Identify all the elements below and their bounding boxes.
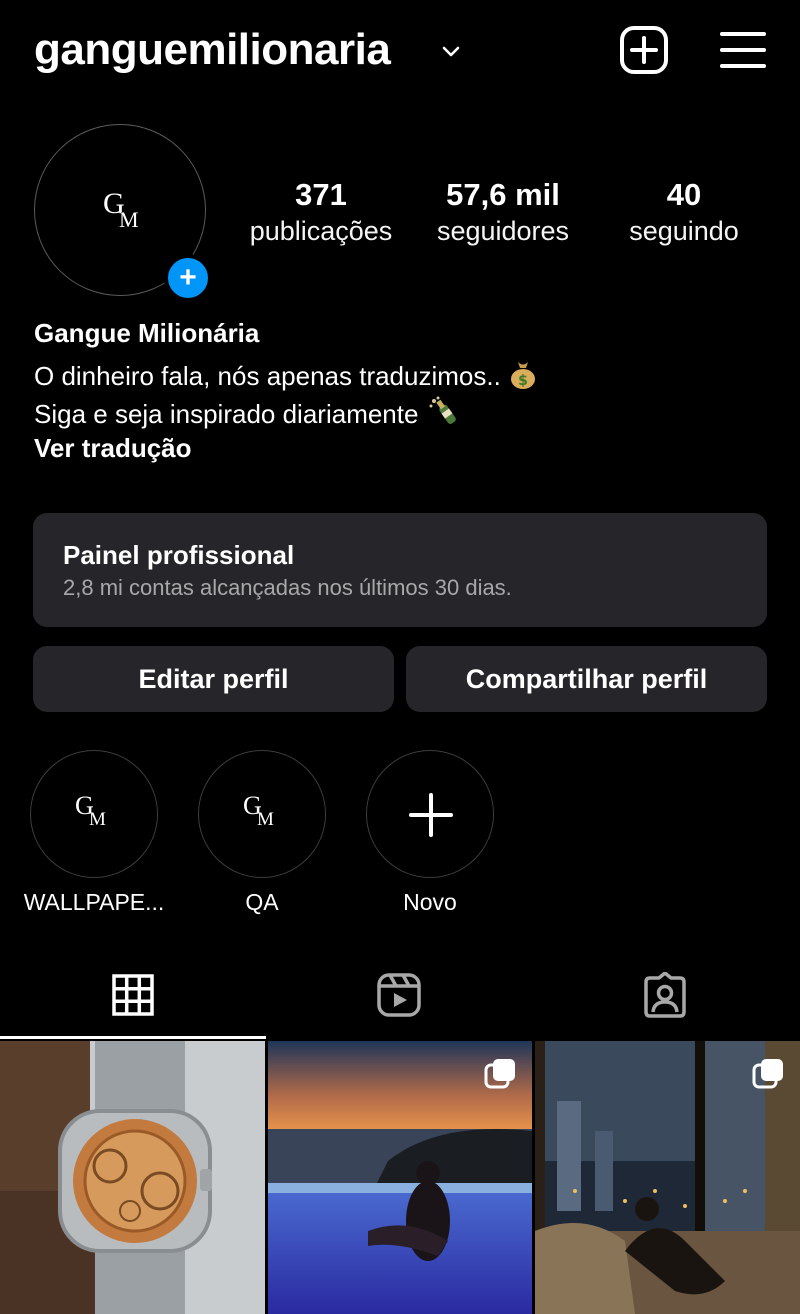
- post-thumbnail-watch[interactable]: [0, 1041, 265, 1314]
- grid-icon[interactable]: [110, 972, 156, 1018]
- monogram-m: M: [89, 809, 106, 830]
- see-translation-link[interactable]: Ver tradução: [34, 431, 192, 465]
- plus-icon: +: [179, 261, 197, 294]
- highlight-label: QA: [245, 889, 279, 915]
- active-tab-indicator: [0, 1036, 266, 1039]
- monogram-m: M: [119, 207, 139, 232]
- highlight-wallpapers[interactable]: G M: [30, 750, 158, 878]
- chevron-down-icon[interactable]: [440, 40, 462, 62]
- svg-text:$: $: [518, 373, 528, 389]
- edit-profile-button[interactable]: Editar perfil: [33, 646, 394, 712]
- bio-line: Siga e seja inspirado diariamente: [34, 395, 466, 431]
- watch-photo: [0, 1041, 265, 1314]
- stat-following[interactable]: 40 seguindo: [604, 176, 764, 248]
- highlight-new[interactable]: [366, 750, 494, 878]
- add-story-button[interactable]: +: [164, 254, 212, 302]
- dashboard-title: Painel profissional: [63, 540, 295, 570]
- share-profile-button[interactable]: Compartilhar perfil: [406, 646, 767, 712]
- multiple-posts-icon: [752, 1059, 783, 1089]
- stat-label: publicações: [249, 216, 393, 246]
- post-thumbnail-pool[interactable]: [268, 1041, 532, 1314]
- post-thumbnail-city[interactable]: [535, 1041, 800, 1314]
- monogram-m: M: [257, 809, 274, 830]
- tagged-icon[interactable]: [642, 972, 688, 1018]
- dashboard-subtitle: 2,8 mi contas alcançadas nos últimos 30 …: [63, 575, 512, 600]
- stat-label: seguindo: [629, 216, 739, 246]
- stat-posts[interactable]: 371 publicações: [236, 176, 406, 248]
- stat-value: 40: [666, 177, 702, 212]
- bio-text: O dinheiro fala, nós apenas traduzimos..: [34, 361, 501, 391]
- reels-icon[interactable]: [376, 972, 422, 1018]
- bio-text: Siga e seja inspirado diariamente: [34, 399, 419, 429]
- highlight-label: Novo: [403, 889, 457, 915]
- highlight-qa[interactable]: G M: [198, 750, 326, 878]
- plus-icon: [409, 793, 453, 837]
- profile-username[interactable]: ganguemilionaria: [34, 22, 391, 78]
- money-bag-icon: $: [511, 362, 536, 389]
- stat-value: 57,6 mil: [446, 177, 560, 212]
- champagne-icon: [429, 396, 456, 424]
- hamburger-menu-icon[interactable]: [718, 28, 768, 72]
- bio-line: O dinheiro fala, nós apenas traduzimos..…: [34, 358, 538, 393]
- professional-dashboard[interactable]: Painel profissional 2,8 mi contas alcanç…: [33, 513, 767, 627]
- plus-square-icon[interactable]: [618, 24, 670, 76]
- display-name: Gangue Milionária: [34, 318, 260, 348]
- highlight-label: WALLPAPE...: [23, 889, 165, 915]
- multiple-posts-icon: [484, 1059, 515, 1089]
- stat-label: seguidores: [436, 216, 570, 246]
- stat-followers[interactable]: 57,6 mil seguidores: [418, 176, 588, 248]
- stat-value: 371: [295, 177, 347, 212]
